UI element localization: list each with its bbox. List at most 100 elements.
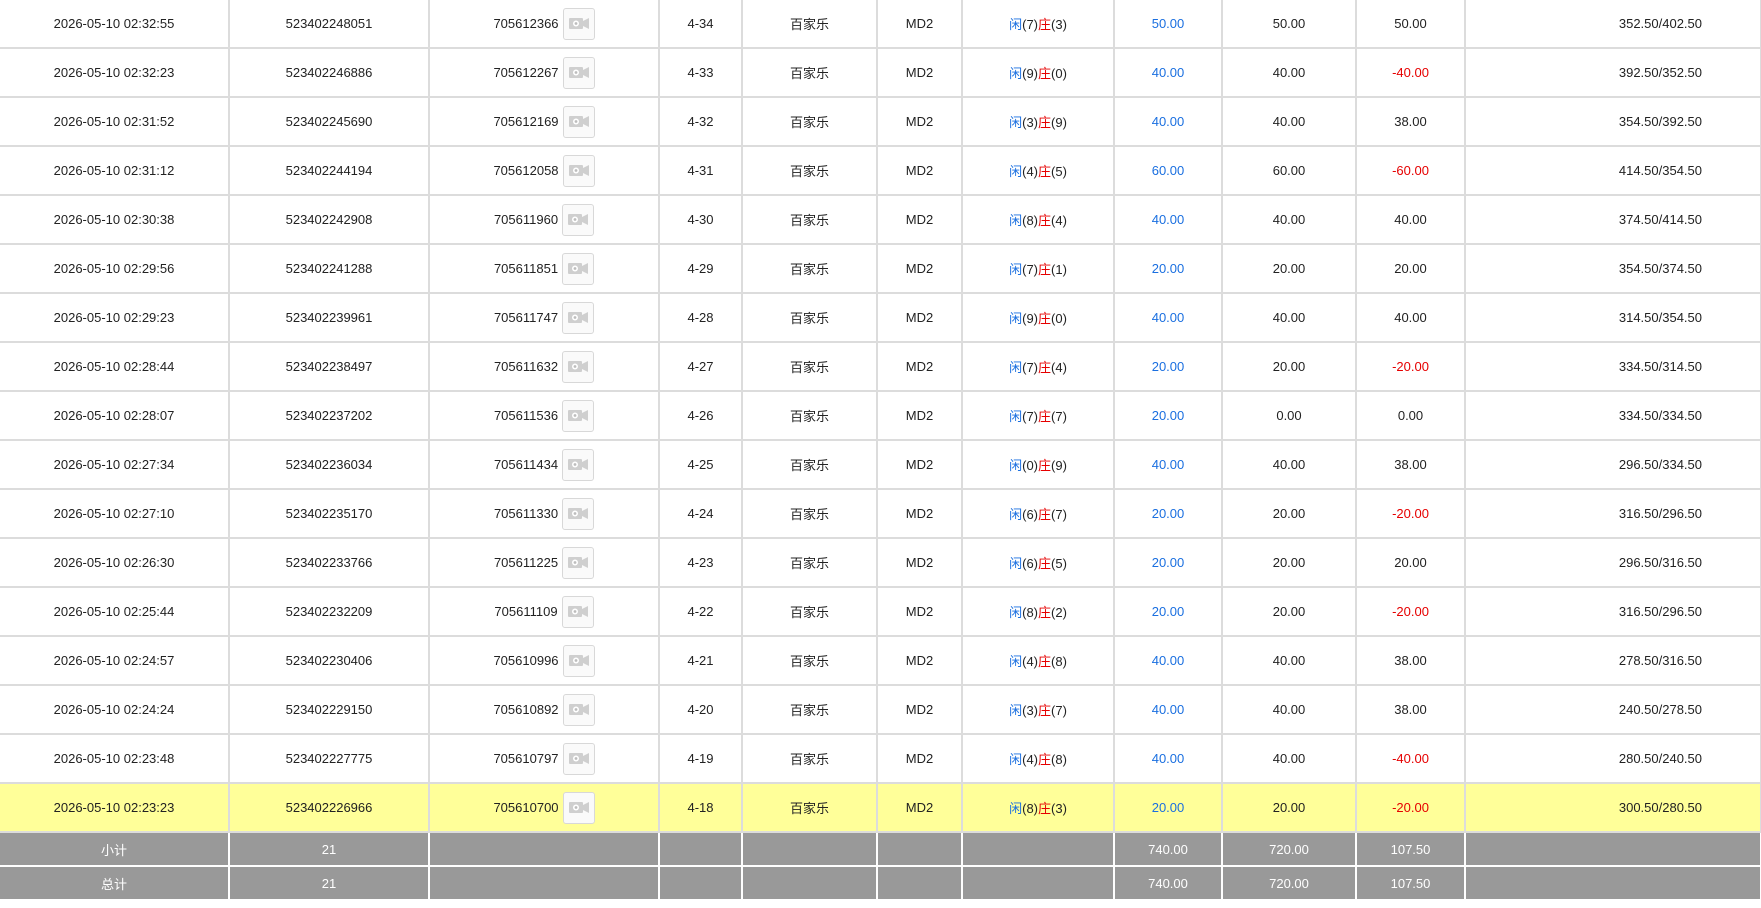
game-id: 705612058	[493, 163, 559, 178]
bet-time: 2026-05-10 02:26:30	[0, 538, 230, 588]
table-code: MD2	[877, 391, 963, 441]
video-replay-icon[interactable]	[562, 203, 595, 236]
valid-bet: 40.00	[1222, 685, 1357, 735]
game-id: 705611109	[494, 604, 558, 619]
player-label: 闲	[1009, 703, 1023, 718]
valid-bet: 50.00	[1222, 0, 1357, 49]
game-id: 705611536	[493, 408, 559, 423]
video-replay-icon[interactable]	[562, 105, 595, 138]
valid-bet: 20.00	[1222, 538, 1357, 588]
game-type: 百家乐	[742, 685, 878, 735]
game-id: 705612267	[493, 65, 559, 80]
bet-time: 2026-05-10 02:31:12	[0, 146, 230, 196]
game-id-cell: 705612169	[429, 97, 660, 147]
bet-amount: 20.00	[1114, 244, 1223, 294]
win-loss: -40.00	[1356, 48, 1466, 98]
table-code: MD2	[877, 0, 963, 49]
game-type: 百家乐	[742, 97, 878, 147]
player-score: (3)	[1022, 703, 1038, 718]
subtotal-row: 小计 21 740.00 720.00 107.50	[0, 832, 1761, 867]
player-score: (9)	[1022, 311, 1038, 326]
player-label: 闲	[1009, 311, 1023, 326]
player-score: (8)	[1022, 213, 1038, 228]
bet-id: 523402233766	[229, 538, 430, 588]
bet-time: 2026-05-10 02:23:23	[0, 783, 230, 833]
player-score: (3)	[1022, 115, 1038, 130]
table-body: 2026-05-10 02:32:55 523402248051 705612366…	[0, 0, 1761, 833]
bet-time: 2026-05-10 02:29:56	[0, 244, 230, 294]
result-cell: 闲(4)庄(8)	[962, 734, 1115, 784]
bet-time: 2026-05-10 02:27:10	[0, 489, 230, 539]
video-replay-icon[interactable]	[562, 7, 595, 40]
bet-time: 2026-05-10 02:25:44	[0, 587, 230, 637]
win-loss: 40.00	[1356, 195, 1466, 245]
win-loss: 20.00	[1356, 538, 1466, 588]
table-row: 2026-05-10 02:23:48 523402227775 705610797…	[0, 734, 1761, 784]
video-replay-icon[interactable]	[562, 497, 595, 530]
player-label: 闲	[1009, 164, 1023, 179]
player-score: (0)	[1022, 458, 1038, 473]
valid-bet: 40.00	[1222, 97, 1357, 147]
balance-change: 354.50/392.50	[1465, 97, 1761, 147]
bet-amount: 40.00	[1114, 734, 1223, 784]
video-replay-icon[interactable]	[562, 791, 595, 824]
win-loss: 38.00	[1356, 685, 1466, 735]
balance-change: 240.50/278.50	[1465, 685, 1761, 735]
bet-amount: 40.00	[1114, 685, 1223, 735]
game-id-cell: 705612267	[429, 48, 660, 98]
balance-change: 278.50/316.50	[1465, 636, 1761, 686]
video-replay-icon[interactable]	[561, 595, 594, 628]
video-replay-icon[interactable]	[562, 644, 595, 677]
win-loss: 40.00	[1356, 293, 1466, 343]
game-type: 百家乐	[742, 342, 878, 392]
result-cell: 闲(3)庄(7)	[962, 685, 1115, 735]
bet-time: 2026-05-10 02:28:44	[0, 342, 230, 392]
table-row: 2026-05-10 02:31:12 523402244194 705612058…	[0, 146, 1761, 196]
bet-amount: 50.00	[1114, 0, 1223, 49]
player-label: 闲	[1009, 262, 1023, 277]
banker-score: (8)	[1051, 654, 1067, 669]
game-type: 百家乐	[742, 538, 878, 588]
balance-change: 392.50/352.50	[1465, 48, 1761, 98]
empty-cell	[962, 866, 1115, 901]
win-loss: -40.00	[1356, 734, 1466, 784]
video-replay-icon[interactable]	[562, 301, 595, 334]
table-code: MD2	[877, 440, 963, 490]
video-replay-icon[interactable]	[562, 399, 595, 432]
banker-score: (4)	[1051, 213, 1067, 228]
result-cell: 闲(8)庄(2)	[962, 587, 1115, 637]
game-id-cell: 705612366	[429, 0, 660, 49]
video-replay-icon[interactable]	[562, 742, 595, 775]
table-code: MD2	[877, 293, 963, 343]
video-replay-icon[interactable]	[562, 693, 595, 726]
table-code: MD2	[877, 146, 963, 196]
video-replay-icon[interactable]	[562, 546, 595, 579]
balance-change: 374.50/414.50	[1465, 195, 1761, 245]
video-replay-icon[interactable]	[562, 350, 595, 383]
result-cell: 闲(9)庄(0)	[962, 48, 1115, 98]
bet-id: 523402237202	[229, 391, 430, 441]
bet-time: 2026-05-10 02:30:38	[0, 195, 230, 245]
player-score: (4)	[1022, 752, 1038, 767]
valid-bet: 20.00	[1222, 783, 1357, 833]
bet-id: 523402227775	[229, 734, 430, 784]
valid-bet: 20.00	[1222, 489, 1357, 539]
win-loss: -20.00	[1356, 783, 1466, 833]
video-replay-icon[interactable]	[562, 56, 595, 89]
video-replay-icon[interactable]	[562, 154, 595, 187]
shoe-round: 4-18	[659, 783, 743, 833]
player-score: (7)	[1022, 262, 1038, 277]
banker-label: 庄	[1038, 360, 1052, 375]
game-id: 705610892	[493, 702, 559, 717]
game-type: 百家乐	[742, 146, 878, 196]
game-id: 705611747	[493, 310, 559, 325]
player-label: 闲	[1009, 17, 1023, 32]
game-id: 705612366	[493, 16, 559, 31]
banker-label: 庄	[1038, 458, 1052, 473]
win-loss: -60.00	[1356, 146, 1466, 196]
player-score: (4)	[1022, 654, 1038, 669]
table-code: MD2	[877, 195, 963, 245]
video-replay-icon[interactable]	[562, 252, 595, 285]
video-replay-icon[interactable]	[562, 448, 595, 481]
game-id-cell: 705611109	[429, 587, 660, 637]
